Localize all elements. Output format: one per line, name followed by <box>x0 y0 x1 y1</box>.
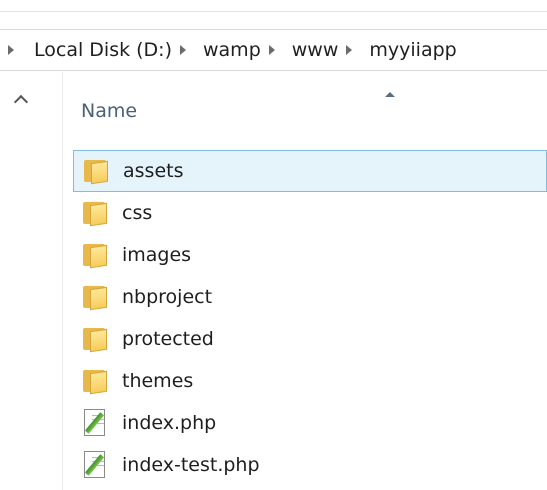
list-item-folder[interactable]: images <box>73 234 547 276</box>
breadcrumb-item-www[interactable]: www <box>292 39 339 61</box>
file-name: index-test.php <box>122 454 260 476</box>
folder-icon <box>81 324 111 354</box>
breadcrumb-item-myyiiapp[interactable]: myyiiapp <box>369 39 456 61</box>
file-name: themes <box>122 370 194 392</box>
php-file-icon <box>81 450 111 480</box>
navigation-pane <box>0 72 62 490</box>
file-name: css <box>122 202 153 224</box>
file-explorer-window: Local Disk (D:) wamp www myyiiapp Name a… <box>0 0 547 490</box>
file-list: assets css images nbproject protected th… <box>73 150 547 486</box>
file-name: index.php <box>122 412 217 434</box>
folder-icon <box>81 366 111 396</box>
folder-icon <box>81 282 111 312</box>
breadcrumb-chevron-icon[interactable] <box>346 45 353 55</box>
breadcrumb-chevron-icon[interactable] <box>8 45 14 55</box>
list-item-file[interactable]: index.php <box>73 402 547 444</box>
list-item-folder[interactable]: assets <box>73 150 547 192</box>
list-item-file[interactable]: index-test.php <box>73 444 547 486</box>
breadcrumb-chevron-icon[interactable] <box>180 45 186 55</box>
breadcrumb-chevron-icon[interactable] <box>268 45 275 55</box>
column-header-name[interactable]: Name <box>63 72 547 140</box>
folder-icon <box>81 198 111 228</box>
breadcrumb-item-wamp[interactable]: wamp <box>203 39 261 61</box>
list-item-folder[interactable]: css <box>73 192 547 234</box>
list-item-folder[interactable]: nbproject <box>73 276 547 318</box>
folder-icon <box>82 156 112 186</box>
php-file-icon <box>81 408 111 438</box>
sort-ascending-icon <box>385 92 395 97</box>
top-divider <box>0 11 547 12</box>
list-item-folder[interactable]: protected <box>73 318 547 360</box>
file-name: protected <box>122 328 214 350</box>
folder-icon <box>81 240 111 270</box>
address-bar[interactable]: Local Disk (D:) wamp www myyiiapp <box>0 29 547 71</box>
column-header-label: Name <box>81 100 138 122</box>
breadcrumb-item-local-disk[interactable]: Local Disk (D:) <box>34 39 172 61</box>
file-name: images <box>122 244 192 266</box>
list-item-folder[interactable]: themes <box>73 360 547 402</box>
file-name: nbproject <box>122 286 213 308</box>
file-name: assets <box>123 160 184 182</box>
breadcrumb: Local Disk (D:) wamp www myyiiapp <box>0 30 457 70</box>
